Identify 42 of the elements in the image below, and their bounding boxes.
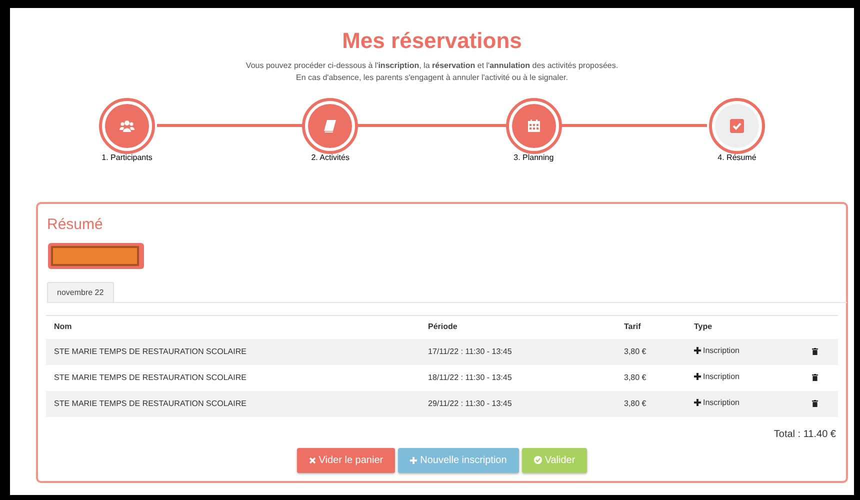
table-cell: 3,80 € [624,398,646,408]
trash-icon[interactable] [812,400,818,407]
plus-icon [694,373,701,380]
table-cell: Inscription [703,396,740,409]
checkbox-icon [730,119,744,133]
calendar-icon [526,119,541,133]
book-icon [323,119,338,133]
check-circle-icon [534,456,542,464]
intro-text: Vous pouvez procéder ci-dessous à l'inscription, la réservation et l'annulation des activités proposées. [246,60,618,72]
close-icon [308,456,316,464]
trash-icon[interactable] [812,374,818,381]
plus-icon [410,456,418,464]
column-header: Nom [54,322,72,331]
intro-text: En cas d'absence, les parents s'engagent à annuler l'activité ou à le signaler. [296,72,568,84]
users-icon [119,119,135,133]
page-title: Mes réservations [342,28,522,54]
add-button[interactable]: Nouvelle inscription [398,448,519,472]
table-cell: Inscription [703,370,740,383]
table-cell: 3,80 € [624,346,646,356]
plus-icon [694,399,701,406]
column-header: Type [694,322,712,331]
table-cell: 17/11/22 : 11:30 - 13:45 [428,346,512,356]
table-cell: 3,80 € [624,372,646,382]
table-cell: Inscription [703,344,740,357]
table-cell: STE MARIE TEMPS DE RESTAURATION SCOLAIRE [54,398,246,408]
table-cell: STE MARIE TEMPS DE RESTAURATION SCOLAIRE [54,372,246,382]
trash-icon[interactable] [812,348,818,355]
section-title: Résumé [47,215,103,235]
step-label: 4. Résumé [718,152,756,164]
total-amount: Total : 11.40 € [774,428,836,442]
plus-icon [694,347,701,354]
month-tab[interactable]: novembre 22 [47,282,114,302]
column-header: Tarif [624,322,641,331]
step-label: 1. Participants [102,152,152,164]
table-cell: 18/11/22 : 11:30 - 13:45 [428,372,512,382]
table-cell: STE MARIE TEMPS DE RESTAURATION SCOLAIRE [54,346,246,356]
column-header: Période [428,322,458,331]
validate-button[interactable]: Valider [522,448,588,472]
table-cell: 29/11/22 : 11:30 - 13:45 [428,398,512,408]
step-label: 2. Activités [311,152,350,164]
step-label: 3. Planning [514,152,554,164]
clear-button[interactable]: Vider le panier [296,448,396,472]
